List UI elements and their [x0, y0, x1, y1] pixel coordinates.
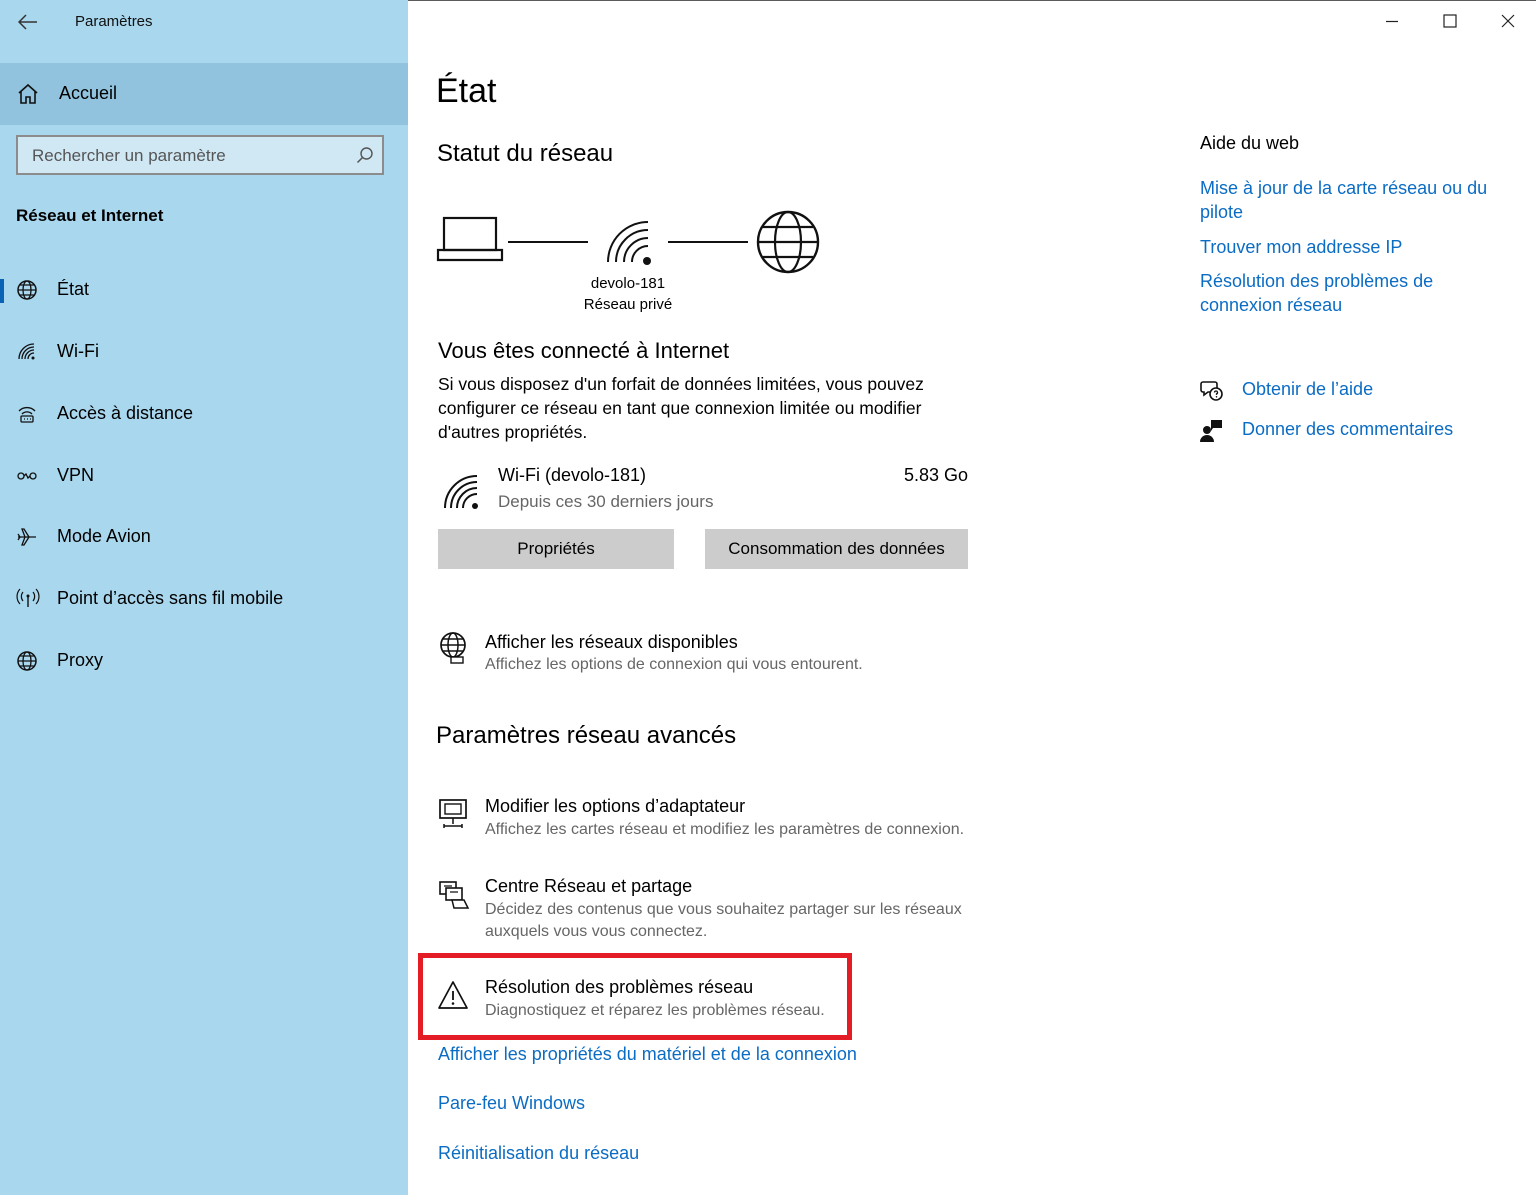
sidebar-item-vpn[interactable]: VPN [0, 449, 408, 505]
sidebar-item-wifi[interactable]: Wi-Fi [0, 325, 408, 381]
sidebar-item-label: Mode Avion [57, 526, 151, 546]
advanced-settings-heading: Paramètres réseau avancés [436, 722, 737, 749]
search-box[interactable] [16, 135, 384, 175]
globe-icon [16, 650, 40, 674]
network-name: devolo-181 [590, 275, 666, 292]
network-type: Réseau privé [583, 296, 673, 313]
minimize-button[interactable] [1363, 0, 1421, 42]
available-networks-item[interactable]: Afficher les réseaux disponibles Affiche… [436, 630, 996, 680]
web-help-link-connection-troubleshoot[interactable]: Résolution des problèmes de connexion ré… [1200, 269, 1470, 317]
connected-heading: Vous êtes connecté à Internet [438, 338, 730, 363]
connected-description: Si vous disposez d'un forfait de données… [438, 374, 924, 442]
web-help-heading: Aide du web [1200, 133, 1300, 153]
section-title: Réseau et Internet [16, 206, 164, 225]
laptop-icon [436, 216, 504, 262]
minimize-icon [1386, 20, 1398, 23]
network-diagram [436, 210, 820, 274]
get-help-icon [1200, 379, 1224, 408]
network-adapter-icon [438, 798, 468, 835]
home-icon [16, 82, 40, 111]
highlight-box [418, 953, 852, 1040]
sidebar-item-label: État [57, 279, 90, 299]
close-button[interactable] [1479, 0, 1536, 42]
wifi-icon [16, 341, 40, 365]
get-help-link: Obtenir de l’aide [1242, 379, 1374, 399]
data-usage-button[interactable]: Consommation des données [705, 529, 968, 569]
back-button[interactable] [14, 8, 42, 36]
airplane-icon [16, 526, 40, 550]
search-icon[interactable] [356, 146, 374, 169]
sidebar-item-mode-avion[interactable]: Mode Avion [0, 510, 408, 566]
sidebar-home[interactable]: Accueil [0, 63, 408, 125]
page-title: État [436, 72, 497, 110]
home-label: Accueil [59, 83, 118, 103]
adapter-options-item[interactable]: Modifier les options d’adaptateur Affich… [436, 795, 996, 845]
dialup-icon [16, 403, 40, 427]
sharing-center-desc: Décidez des contenus que vous souhaitez … [485, 901, 962, 940]
sidebar-item-acces-distance[interactable]: Accès à distance [0, 387, 408, 443]
feedback-link: Donner des commentaires [1242, 419, 1454, 439]
network-sharing-center-item[interactable]: Centre Réseau et partage Décidez des con… [436, 875, 996, 945]
properties-button[interactable]: Propriétés [438, 529, 674, 569]
back-arrow-icon [18, 14, 37, 30]
sharing-center-icon [438, 878, 470, 915]
sidebar-item-label: Proxy [57, 650, 104, 670]
close-icon [1501, 14, 1515, 28]
sidebar: Paramètres Accueil Réseau et Internet Ét… [0, 0, 408, 1195]
sidebar-item-label: Wi-Fi [57, 341, 99, 361]
adapter-options-desc: Affichez les cartes réseau et modifiez l… [485, 821, 965, 838]
hardware-properties-link[interactable]: Afficher les propriétés du matériel et d… [438, 1042, 857, 1066]
internet-globe-icon [756, 210, 820, 274]
maximize-button[interactable] [1421, 0, 1479, 42]
hotspot-icon [16, 588, 40, 612]
web-help-link-find-ip[interactable]: Trouver mon addresse IP [1200, 235, 1402, 259]
connection-period: Depuis ces 30 derniers jours [498, 492, 714, 511]
web-help-link-driver-update[interactable]: Mise à jour de la carte réseau ou du pil… [1200, 176, 1500, 224]
sidebar-item-label: VPN [57, 465, 95, 485]
vpn-icon [16, 465, 40, 489]
network-status-heading: Statut du réseau [437, 140, 614, 167]
sidebar-item-hotspot[interactable]: Point d’accès sans fil mobile [0, 572, 408, 628]
feedback-icon [1200, 419, 1224, 448]
available-networks-desc: Affichez les options de connexion qui vo… [485, 656, 863, 673]
available-networks-title: Afficher les réseaux disponibles [485, 632, 738, 652]
sidebar-item-label: Point d’accès sans fil mobile [57, 588, 284, 608]
firewall-link[interactable]: Pare-feu Windows [438, 1091, 585, 1115]
wifi-signal-icon [607, 221, 651, 265]
network-reset-link[interactable]: Réinitialisation du réseau [438, 1141, 639, 1165]
sidebar-item-label: Accès à distance [57, 403, 194, 423]
app-title: Paramètres [75, 13, 153, 30]
maximize-icon [1443, 14, 1457, 28]
search-input[interactable] [18, 137, 364, 175]
globe-network-icon [438, 632, 468, 669]
sidebar-item-etat[interactable]: État [0, 263, 408, 319]
sharing-center-title: Centre Réseau et partage [485, 876, 693, 896]
sidebar-item-proxy[interactable]: Proxy [0, 634, 408, 690]
feedback-item[interactable]: Donner des commentaires [1200, 419, 1470, 445]
wifi-connection-icon [443, 474, 479, 515]
connection-name: Wi-Fi (devolo-181) [498, 465, 647, 485]
get-help-item[interactable]: Obtenir de l’aide [1200, 379, 1460, 405]
globe-icon [16, 279, 40, 303]
data-usage-value: 5.83 Go [903, 465, 968, 485]
adapter-options-title: Modifier les options d’adaptateur [485, 796, 746, 816]
